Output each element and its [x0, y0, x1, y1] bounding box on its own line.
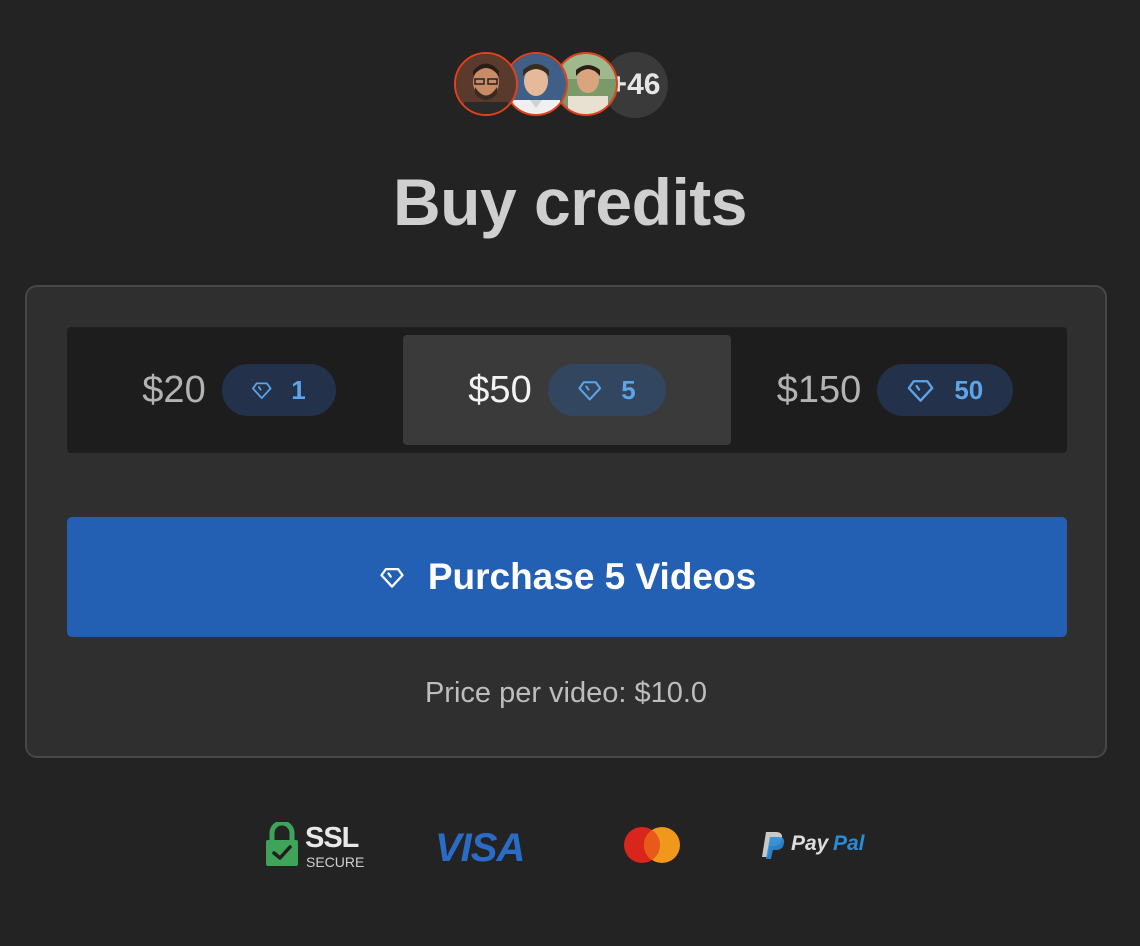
- payment-logos: SSL SECURE VISA Pay Pal: [0, 812, 1140, 882]
- visa-logo: VISA: [435, 826, 525, 870]
- option-20[interactable]: $20 1: [75, 335, 403, 445]
- option-price: $50: [468, 368, 532, 411]
- paypal-label-pay: Pay: [791, 832, 829, 855]
- ssl-label: SSL: [305, 822, 359, 854]
- credit-options: $20 1 $50 5 $150 50: [67, 327, 1067, 453]
- paypal-logo: Pay Pal: [760, 830, 870, 864]
- gem-icon: [251, 382, 272, 399]
- credits-card: $20 1 $50 5 $150 50 Purchase 5 Videos Pr…: [25, 285, 1107, 758]
- lock-icon: [266, 822, 298, 866]
- paypal-label-pal: Pal: [833, 832, 865, 855]
- option-price: $150: [776, 368, 862, 411]
- price-per-video: Price per video: $10.0: [424, 677, 708, 709]
- credits-count: 5: [621, 374, 636, 405]
- paypal-p-icon: [762, 832, 785, 859]
- credits-badge: 1: [221, 364, 336, 416]
- credits-count: 1: [291, 374, 306, 405]
- option-150[interactable]: $150 50: [731, 335, 1059, 445]
- credits-count: 50: [954, 374, 984, 405]
- mastercard-logo: [622, 825, 682, 865]
- ssl-secure-logo: SSL SECURE: [265, 820, 365, 870]
- gem-icon: [907, 380, 934, 402]
- credits-badge: 50: [877, 364, 1014, 416]
- gem-icon: [380, 567, 404, 588]
- customer-avatars: +46: [454, 52, 668, 120]
- purchase-button[interactable]: Purchase 5 Videos: [67, 517, 1067, 637]
- gem-icon: [578, 381, 601, 401]
- page-title: Buy credits: [393, 165, 747, 239]
- purchase-label: Purchase 5 Videos: [427, 556, 757, 597]
- option-50[interactable]: $50 5: [403, 335, 731, 445]
- credits-badge: 5: [547, 364, 666, 416]
- option-price: $20: [142, 368, 206, 411]
- buy-credits-page: +46 Buy credits $20 1 $50 5 $150 50 Purc…: [0, 0, 1140, 946]
- avatar: [454, 52, 518, 116]
- ssl-secure-label: SECURE: [306, 854, 365, 870]
